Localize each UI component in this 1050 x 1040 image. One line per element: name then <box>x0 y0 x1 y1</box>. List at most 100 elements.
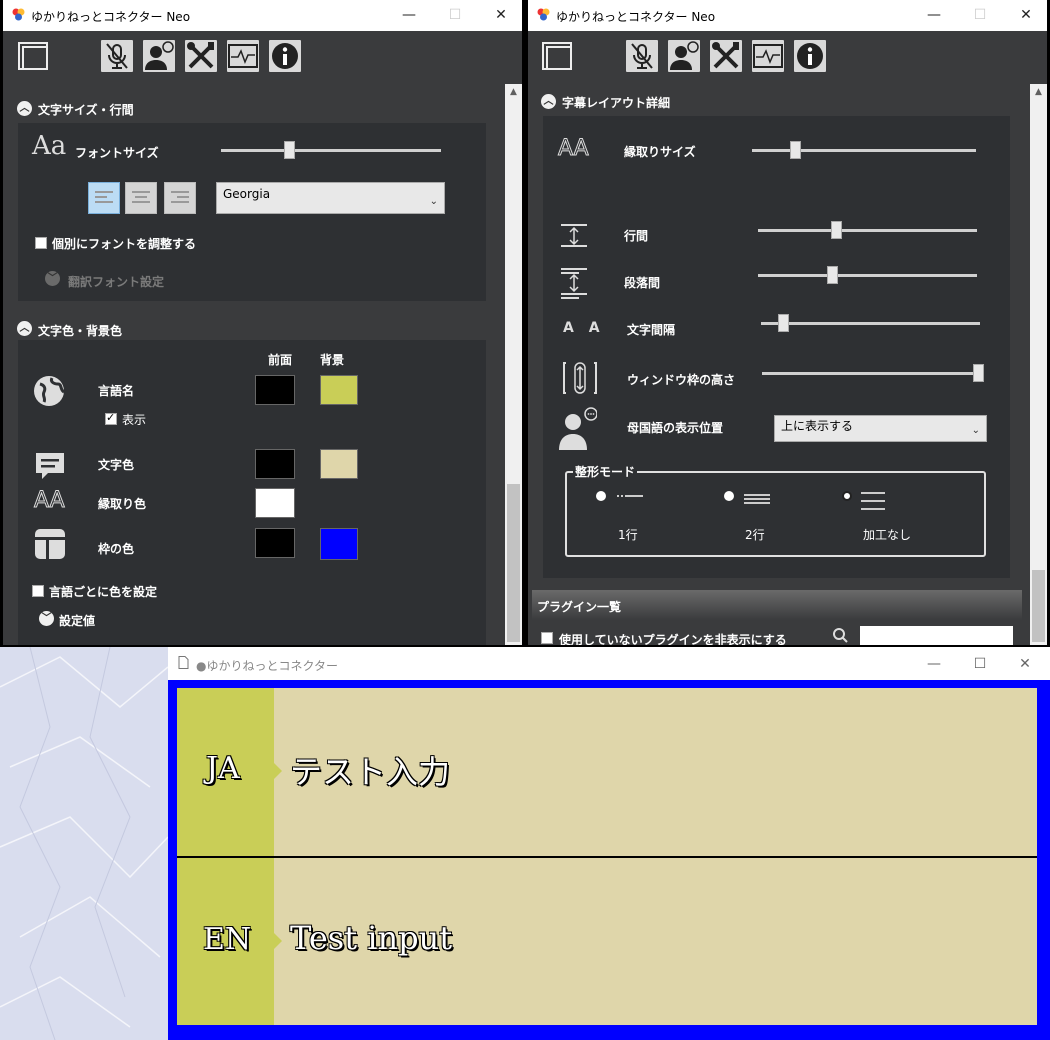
info-icon <box>272 43 298 69</box>
align-center-button[interactable] <box>125 182 157 214</box>
outline-color-front-swatch[interactable] <box>255 488 295 518</box>
plugin-search-input[interactable] <box>860 626 1013 645</box>
window-mode-button[interactable] <box>18 40 50 72</box>
native-position-value: 上に表示する <box>781 419 854 433</box>
minimize-button[interactable]: — <box>395 4 423 26</box>
close-button[interactable]: ✕ <box>1012 4 1040 26</box>
show-label: 表示 <box>122 413 147 427</box>
mode-2line-label: 2行 <box>745 528 765 542</box>
subtitle-text-ja: テスト入力 <box>290 753 451 791</box>
paragraph-spacing-slider[interactable] <box>758 266 977 284</box>
vertical-scrollbar[interactable]: ▲ <box>505 84 522 645</box>
no-processing-icon <box>861 492 885 510</box>
line-spacing-slider[interactable] <box>758 221 977 239</box>
scroll-thumb[interactable] <box>1032 570 1045 642</box>
title-bar[interactable]: ゆかりねっとコネクター Neo — ☐ ✕ <box>528 0 1047 31</box>
left-settings-window: ゆかりねっとコネクター Neo — ☐ ✕ ▲ ︿ 文字サイズ・行間 Aa フォ… <box>3 0 522 645</box>
lang-name-front-swatch[interactable] <box>255 375 295 405</box>
frame-color-front-swatch[interactable] <box>255 528 295 558</box>
outline-icon: AA <box>34 488 66 514</box>
info-button[interactable] <box>269 40 301 72</box>
speaker-button[interactable] <box>143 40 175 72</box>
letter-spacing-slider[interactable] <box>761 314 980 332</box>
close-button[interactable]: ✕ <box>1011 653 1039 675</box>
show-checkbox[interactable] <box>105 411 117 425</box>
font-family-select[interactable]: Georgia ⌄ <box>216 182 445 214</box>
collapse-icon[interactable]: ︿ <box>17 101 32 116</box>
row-label-letter-spacing: 文字間隔 <box>627 323 676 337</box>
section-title-font-size: 文字サイズ・行間 <box>38 103 134 117</box>
speaker-person-icon <box>670 41 699 70</box>
align-left-button[interactable] <box>88 182 120 214</box>
scroll-thumb[interactable] <box>507 484 520 642</box>
text-color-back-swatch[interactable] <box>320 449 358 479</box>
pointer-arrow-icon <box>274 933 282 949</box>
maximize-button[interactable]: ☐ <box>441 4 469 26</box>
slider-knob[interactable] <box>284 141 295 159</box>
mic-off-button[interactable] <box>626 40 658 72</box>
mode-1line-radio[interactable] <box>596 491 606 501</box>
slider-knob[interactable] <box>827 266 838 284</box>
monitor-button[interactable] <box>227 40 259 72</box>
mic-off-button[interactable] <box>101 40 133 72</box>
font-size-panel: Aa フォントサイズ Georgia ⌄ 個別にフォントを調整する ﹀ 翻訳フォ… <box>18 123 486 301</box>
slider-knob[interactable] <box>778 314 789 332</box>
window-height-slider[interactable] <box>762 364 984 382</box>
maximize-button[interactable]: ☐ <box>966 653 994 675</box>
align-right-button[interactable] <box>164 182 196 214</box>
native-position-label: 母国語の表示位置 <box>627 421 724 435</box>
outline-size-slider[interactable] <box>752 141 976 159</box>
minimize-button[interactable]: — <box>920 653 948 675</box>
mode-none-radio[interactable] <box>842 491 852 501</box>
minimize-button[interactable]: — <box>920 4 948 26</box>
font-size-slider[interactable] <box>221 141 441 159</box>
speaker-button[interactable] <box>668 40 700 72</box>
frame-color-label: 枠の色 <box>98 542 135 556</box>
shaping-mode-group: 整形モード 1行 2行 加工なし <box>565 463 986 557</box>
subtitle-row-en: EN Test input <box>177 858 1037 1025</box>
maximize-button[interactable]: ☐ <box>966 4 994 26</box>
slider-knob[interactable] <box>790 141 801 159</box>
slider-knob[interactable] <box>831 221 842 239</box>
lang-label-ja: JA <box>206 751 240 786</box>
pointer-arrow-icon <box>274 763 282 779</box>
collapse-icon[interactable]: ︿ <box>17 321 32 336</box>
expand-icon[interactable]: ﹀ <box>45 271 60 286</box>
mode-none-label: 加工なし <box>863 528 912 542</box>
per-language-color-label: 言語ごとに色を設定 <box>49 585 158 599</box>
mode-2line-radio[interactable] <box>724 491 734 501</box>
settings-value-label[interactable]: 設定値 <box>59 612 95 629</box>
text-color-front-swatch[interactable] <box>255 449 295 479</box>
individual-font-checkbox[interactable] <box>35 237 47 249</box>
scroll-up-icon[interactable]: ▲ <box>1030 84 1047 101</box>
row-label-line-spacing: 行間 <box>624 229 649 243</box>
document-icon <box>178 656 189 669</box>
close-button[interactable]: ✕ <box>487 4 515 26</box>
scroll-up-icon[interactable]: ▲ <box>505 84 522 101</box>
title-bar[interactable]: ゆかりねっとコネクター Neo — ☐ ✕ <box>3 0 522 31</box>
title-bar[interactable]: ●ゆかりねっとコネクター — ☐ ✕ <box>168 647 1050 680</box>
lang-name-back-swatch[interactable] <box>320 375 358 405</box>
window-title: ●ゆかりねっとコネクター <box>196 659 338 673</box>
mode-1line-label: 1行 <box>618 528 638 542</box>
translation-font-label[interactable]: 翻訳フォント設定 <box>68 273 164 290</box>
native-position-select[interactable]: 上に表示する ⌄ <box>774 415 987 442</box>
tools-button[interactable] <box>185 40 217 72</box>
window-mode-button[interactable] <box>542 40 574 72</box>
frame-color-back-swatch[interactable] <box>320 528 358 560</box>
window-layout-icon <box>542 42 572 70</box>
tools-button[interactable] <box>710 40 742 72</box>
info-icon <box>797 43 823 69</box>
monitor-button[interactable] <box>752 40 784 72</box>
hide-unused-plugins-checkbox[interactable] <box>541 632 553 644</box>
window-title: ゆかりねっとコネクター Neo <box>31 10 191 24</box>
collapse-icon[interactable]: ︿ <box>541 94 556 109</box>
vertical-scrollbar[interactable]: ▲ <box>1030 84 1047 645</box>
waveform-icon <box>228 44 258 68</box>
expand-icon[interactable]: ﹀ <box>39 611 54 626</box>
slider-knob[interactable] <box>973 364 984 382</box>
front-column-header: 前面 <box>268 353 293 367</box>
info-button[interactable] <box>794 40 826 72</box>
section-title-layout: 字幕レイアウト詳細 <box>562 96 671 110</box>
per-language-color-checkbox[interactable] <box>32 585 44 597</box>
